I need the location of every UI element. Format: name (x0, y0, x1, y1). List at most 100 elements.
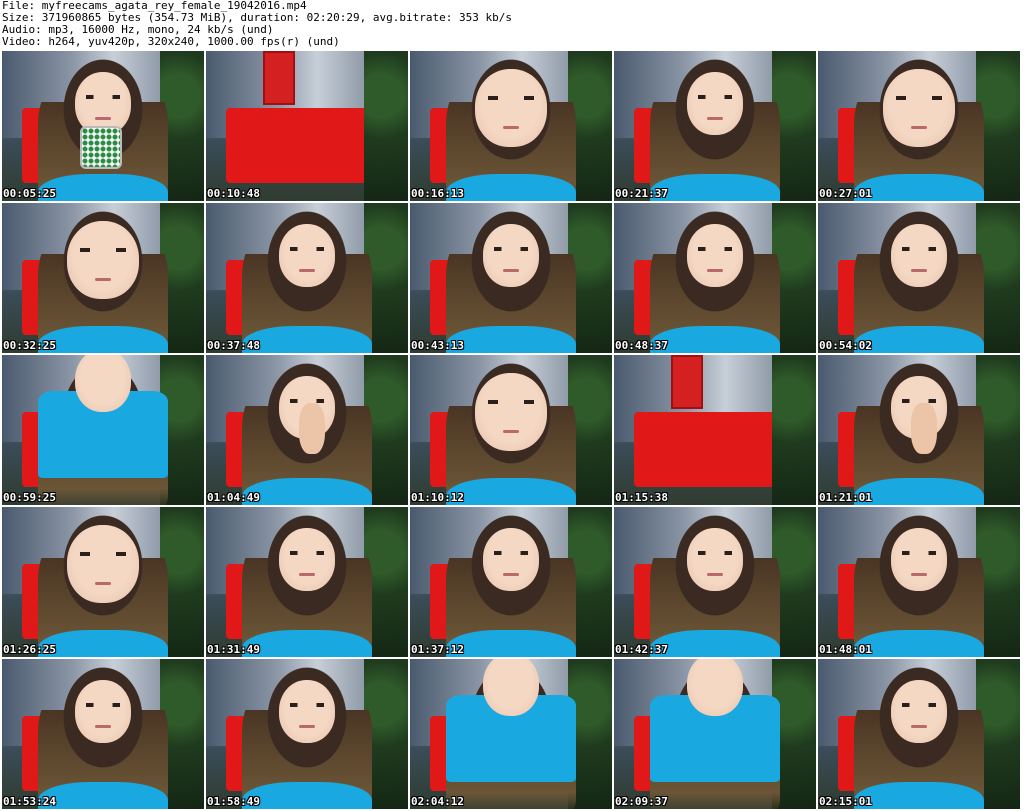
video-thumbnail[interactable]: 01:37:12 (410, 507, 612, 657)
person-face (482, 659, 540, 716)
video-thumbnail[interactable]: 01:53:24 (2, 659, 204, 809)
person (38, 513, 168, 657)
thumbnail-timestamp: 00:32:25 (3, 339, 56, 352)
thumbnail-grid: 00:05:25 00:10:48 00:16:13 00:21:37 00:27:01… (2, 51, 1020, 809)
person (854, 209, 984, 353)
thumbnail-timestamp: 02:04:12 (411, 795, 464, 808)
person (38, 209, 168, 353)
video-thumbnail[interactable]: 00:54:02 (818, 203, 1020, 353)
video-thumbnail[interactable]: 00:37:48 (206, 203, 408, 353)
person-shirt (38, 782, 168, 809)
thumbnail-timestamp: 00:21:37 (615, 187, 668, 200)
person-eyes (902, 702, 936, 707)
person-face (474, 373, 548, 451)
plant (363, 51, 408, 201)
thumbnail-timestamp: 00:43:13 (411, 339, 464, 352)
person (242, 361, 372, 505)
person-shirt (854, 630, 984, 657)
person-face (686, 224, 744, 287)
person-face (686, 72, 744, 135)
red-couch (634, 412, 780, 487)
person-mouth (911, 126, 927, 129)
video-thumbnail[interactable]: 01:31:49 (206, 507, 408, 657)
person-mouth (911, 573, 927, 576)
person-eyes (290, 246, 324, 251)
thumbnail-timestamp: 00:10:48 (207, 187, 260, 200)
person-face (890, 528, 948, 591)
video-thumbnail[interactable]: 00:27:01 (818, 51, 1020, 201)
video-thumbnail[interactable]: 01:04:49 (206, 355, 408, 505)
thumbnail-timestamp: 01:15:38 (615, 491, 668, 504)
person-shirt (38, 630, 168, 657)
person-mouth (503, 126, 519, 129)
mug (79, 126, 123, 169)
person (650, 209, 780, 353)
person (38, 665, 168, 809)
video-thumbnail[interactable]: 02:04:12 (410, 659, 612, 809)
person (242, 209, 372, 353)
person-eyes (86, 94, 120, 99)
video-thumbnail[interactable]: 00:16:13 (410, 51, 612, 201)
red-couch (226, 108, 372, 183)
person-shirt (242, 478, 372, 505)
person-mouth (299, 269, 315, 272)
thumbnail-timestamp: 01:31:49 (207, 643, 260, 656)
video-thumbnail[interactable]: 00:05:25 (2, 51, 204, 201)
thumbnail-timestamp: 02:15:01 (819, 795, 872, 808)
video-thumbnail[interactable]: 01:26:25 (2, 507, 204, 657)
person-eyes (290, 398, 324, 403)
video-thumbnail[interactable]: 00:48:37 (614, 203, 816, 353)
video-thumbnail[interactable]: 01:15:38 (614, 355, 816, 505)
person-mouth (95, 278, 111, 281)
thumbnail-timestamp: 00:54:02 (819, 339, 872, 352)
thumbnail-timestamp: 02:09:37 (615, 795, 668, 808)
person-eyes (698, 550, 732, 555)
thumbnail-timestamp: 00:59:25 (3, 491, 56, 504)
video-thumbnail[interactable]: 00:43:13 (410, 203, 612, 353)
person-hand (299, 403, 326, 454)
person-face (482, 528, 540, 591)
person-face (482, 224, 540, 287)
person-shirt (242, 326, 372, 353)
thumbnail-timestamp: 01:37:12 (411, 643, 464, 656)
person-eyes (86, 702, 120, 707)
video-thumbnail[interactable]: 00:32:25 (2, 203, 204, 353)
video-thumbnail[interactable]: 01:58:49 (206, 659, 408, 809)
person-mouth (707, 117, 723, 120)
person-shirt (854, 478, 984, 505)
person (854, 513, 984, 657)
video-thumbnail[interactable]: 02:15:01 (818, 659, 1020, 809)
video-thumbnail[interactable]: 01:21:01 (818, 355, 1020, 505)
person-shirt (38, 326, 168, 353)
video-thumbnail[interactable]: 01:10:12 (410, 355, 612, 505)
person (38, 355, 168, 505)
person-face (66, 221, 140, 299)
person-mouth (911, 269, 927, 272)
person-shirt (650, 174, 780, 201)
person-shirt (242, 782, 372, 809)
person-face (890, 224, 948, 287)
video-thumbnail[interactable]: 02:09:37 (614, 659, 816, 809)
person-eyes (290, 550, 324, 555)
person (446, 57, 576, 201)
video-thumbnail[interactable]: 00:21:37 (614, 51, 816, 201)
thumbnail-timestamp: 01:58:49 (207, 795, 260, 808)
person-shirt (446, 326, 576, 353)
phone-booth (670, 355, 703, 409)
thumbnail-timestamp: 01:04:49 (207, 491, 260, 504)
person-face (278, 528, 336, 591)
video-thumbnail[interactable]: 01:42:37 (614, 507, 816, 657)
thumbnail-timestamp: 01:26:25 (3, 643, 56, 656)
person-eyes (494, 246, 528, 251)
video-thumbnail[interactable]: 00:10:48 (206, 51, 408, 201)
person-mouth (299, 573, 315, 576)
person-eyes (902, 246, 936, 251)
person (854, 361, 984, 505)
person-shirt (446, 174, 576, 201)
person-shirt (446, 478, 576, 505)
person-eyes (487, 96, 535, 100)
person (650, 513, 780, 657)
video-thumbnail[interactable]: 00:59:25 (2, 355, 204, 505)
person (446, 513, 576, 657)
video-thumbnail[interactable]: 01:48:01 (818, 507, 1020, 657)
